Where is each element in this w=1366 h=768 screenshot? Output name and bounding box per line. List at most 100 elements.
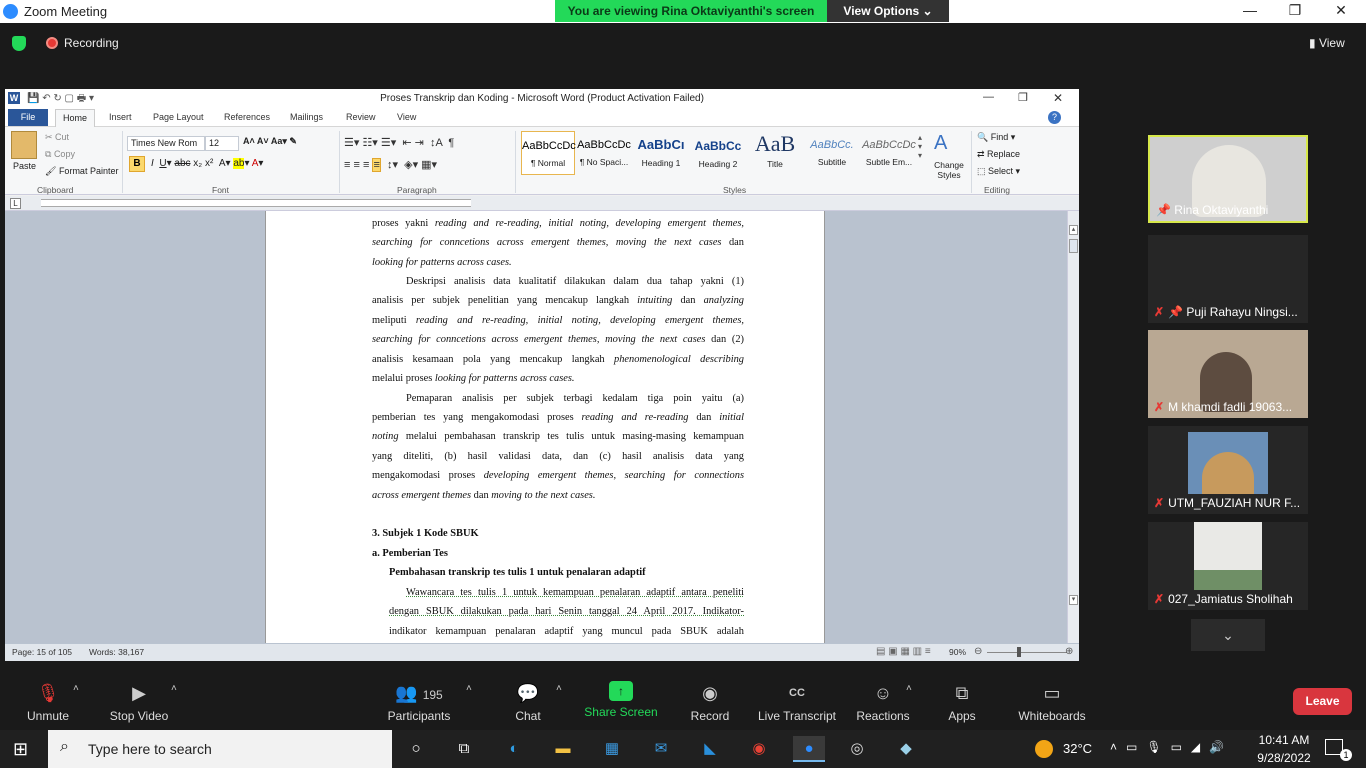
- word-restore-icon[interactable]: ❐: [1018, 91, 1028, 104]
- page-count[interactable]: Page: 15 of 105: [12, 647, 72, 657]
- stop-video-button[interactable]: ▶ Stop Video: [104, 663, 174, 730]
- document-text-line[interactable]: pemberian tes yang mengakomodasi proses …: [372, 411, 744, 425]
- scroll-thumb[interactable]: [1069, 239, 1078, 253]
- minimize-icon[interactable]: —: [1235, 2, 1265, 18]
- help-icon[interactable]: ?: [1048, 111, 1061, 124]
- chat-options-chevron-icon[interactable]: ˄: [556, 683, 562, 694]
- record-button[interactable]: ◉ Record: [687, 663, 733, 730]
- style-heading-1[interactable]: AaBbCı Heading 1: [634, 131, 688, 175]
- document-text-line[interactable]: Deskripsi analisis data kualitatif dilak…: [372, 275, 744, 289]
- document-text-line[interactable]: Wawancara tes tulis 1 untuk kemampuan pe…: [389, 586, 744, 600]
- vertical-scrollbar[interactable]: ▴ ▾: [1067, 211, 1079, 644]
- document-text-line[interactable]: across emergent themes dan moving to the…: [372, 489, 744, 503]
- style-subtle-emphasis[interactable]: AaBbCcDc Subtle Em...: [862, 131, 916, 175]
- document-text-line[interactable]: Pembahasan transkrip tes tulis 1 untuk p…: [389, 566, 744, 580]
- edge-icon[interactable]: ◐: [499, 736, 529, 762]
- zoom-out-icon[interactable]: ⊖: [974, 646, 982, 657]
- live-transcript-button[interactable]: CC Live Transcript: [754, 663, 840, 730]
- participant-tile-active[interactable]: 📌 Rina Oktaviyanthi: [1148, 135, 1308, 223]
- participant-tile[interactable]: ✗ M khamdi fadli 19063...: [1148, 330, 1308, 418]
- file-explorer-icon[interactable]: ▬: [548, 736, 578, 762]
- paste-label[interactable]: Paste: [13, 161, 36, 171]
- document-text-line[interactable]: searching for conncetions across emergen…: [372, 333, 744, 347]
- unmute-button[interactable]: 🎙 Unmute: [18, 663, 78, 730]
- change-styles-icon[interactable]: A: [934, 132, 947, 155]
- paste-icon[interactable]: [11, 131, 37, 159]
- store-icon[interactable]: ▦: [597, 736, 627, 762]
- windows-start-icon[interactable]: ⊞: [13, 739, 33, 759]
- document-text-line[interactable]: melalui proses looking for patterns acro…: [372, 372, 744, 386]
- alignment-buttons[interactable]: ≡ ≡ ≡ ≡ ↕▾ ◈▾ ▦▾: [344, 158, 437, 172]
- tab-view[interactable]: View: [397, 112, 416, 122]
- document-text-line[interactable]: proses yakni reading and re-reading, ini…: [372, 217, 744, 231]
- tab-selector-icon[interactable]: L: [10, 198, 21, 209]
- document-text-line[interactable]: analisis per subjek penelitian yang menc…: [372, 294, 744, 308]
- font-size-select[interactable]: 12: [205, 136, 239, 151]
- zoom-slider-thumb[interactable]: [1017, 647, 1021, 657]
- more-participants-chevron-icon[interactable]: ⌄: [1191, 619, 1265, 651]
- chrome-icon[interactable]: ◉: [744, 736, 774, 762]
- word-minimize-icon[interactable]: —: [983, 91, 994, 103]
- style-no-spacing[interactable]: AaBbCcDc ¶ No Spaci...: [577, 131, 631, 175]
- document-text-line[interactable]: indikator kemampuan penalaran adaptif ya…: [389, 625, 744, 639]
- app-icon[interactable]: ◆: [891, 736, 921, 762]
- cortana-icon[interactable]: ○: [401, 736, 431, 762]
- list-buttons[interactable]: ☰▾ ☷▾ ☰▾ ⇤ ⇥ ↕A ¶: [344, 136, 454, 149]
- format-painter-button[interactable]: 🖌 Format Painter: [45, 166, 118, 177]
- tab-file[interactable]: File: [8, 109, 48, 126]
- find-button[interactable]: 🔍 Find ▾: [977, 132, 1015, 143]
- tab-review[interactable]: Review: [346, 112, 376, 122]
- zoom-in-icon[interactable]: ⊕: [1065, 646, 1073, 657]
- cut-button[interactable]: ✂ Cut: [45, 132, 69, 143]
- tab-mailings[interactable]: Mailings: [290, 112, 323, 122]
- leave-button[interactable]: Leave: [1293, 688, 1352, 715]
- task-view-icon[interactable]: ⧉: [449, 736, 479, 762]
- word-close-icon[interactable]: ✕: [1053, 91, 1063, 105]
- audio-options-chevron-icon[interactable]: ˄: [73, 683, 79, 694]
- vscode-icon[interactable]: ◣: [695, 736, 725, 762]
- participant-tile[interactable]: ✗ 📌 Puji Rahayu Ningsi...: [1148, 235, 1308, 323]
- tab-page-layout[interactable]: Page Layout: [153, 112, 204, 122]
- change-styles-label[interactable]: Change Styles: [931, 160, 967, 180]
- font-format-buttons[interactable]: I U▾ abc x₂ x² A▾ ab▾ A▾: [151, 158, 263, 169]
- taskbar-search-box[interactable]: ⌕ Type here to search: [48, 730, 392, 768]
- recording-icon[interactable]: [46, 37, 58, 49]
- participant-tile[interactable]: ✗ 027_Jamiatus Sholihah: [1148, 522, 1308, 610]
- scroll-up-icon[interactable]: ▴: [1069, 225, 1078, 235]
- whiteboards-button[interactable]: ▭ Whiteboards: [1013, 663, 1091, 730]
- restore-icon[interactable]: ❐: [1280, 2, 1310, 19]
- apps-button[interactable]: ⧉ Apps: [942, 663, 982, 730]
- clock-date[interactable]: 9/28/2022: [1252, 751, 1316, 765]
- horizontal-ruler[interactable]: L: [5, 196, 1079, 211]
- encryption-shield-icon[interactable]: [12, 36, 26, 51]
- document-text-line[interactable]: looking for patterns across cases.: [372, 256, 744, 270]
- participant-tile[interactable]: ✗ UTM_FAUZIAH NUR F...: [1148, 426, 1308, 514]
- style-heading-2[interactable]: AaBbCc Heading 2: [691, 131, 745, 175]
- document-text-line[interactable]: a. Pemberian Tes: [372, 547, 744, 561]
- app-icon[interactable]: ◎: [842, 736, 872, 762]
- grow-shrink-font-buttons[interactable]: A˄ A˅ Aa▾ ✎: [243, 136, 297, 147]
- style-title[interactable]: AaB Title: [748, 131, 802, 175]
- weather-sun-icon[interactable]: [1035, 740, 1053, 758]
- participants-options-chevron-icon[interactable]: ˄: [466, 683, 472, 694]
- tab-home[interactable]: Home: [55, 109, 95, 127]
- styles-scroll-icon[interactable]: ▴ ▾ ▾: [918, 133, 922, 160]
- style-subtitle[interactable]: AaBbCc. Subtitle: [805, 131, 859, 175]
- reactions-options-chevron-icon[interactable]: ˄: [906, 683, 912, 694]
- clock-time[interactable]: 10:41 AM: [1255, 733, 1313, 747]
- document-text-line[interactable]: mengakomodasi proses developing emergent…: [372, 469, 744, 483]
- scroll-down-icon[interactable]: ▾: [1069, 595, 1078, 605]
- chat-button[interactable]: 💬 Chat: [508, 663, 548, 730]
- document-text-line[interactable]: yang diteliti, (b) hasil validasi data, …: [372, 450, 744, 464]
- document-text-line[interactable]: searching for conncetions across emergen…: [372, 236, 744, 250]
- document-text-line[interactable]: meliputi reading and re-reading, initial…: [372, 314, 744, 328]
- share-screen-button[interactable]: ↑ Share Screen: [583, 663, 659, 730]
- view-button[interactable]: ▮ View: [1309, 36, 1345, 50]
- close-icon[interactable]: ✕: [1326, 2, 1356, 19]
- replace-button[interactable]: ⇄ Replace: [977, 149, 1020, 160]
- view-mode-icons[interactable]: ▤ ▣ ▦ ▥ ≡: [876, 646, 931, 657]
- video-options-chevron-icon[interactable]: ˄: [171, 683, 177, 694]
- word-count[interactable]: Words: 38,167: [89, 647, 144, 657]
- zoom-level[interactable]: 90%: [949, 647, 966, 657]
- document-text-line[interactable]: Pemaparan analisis per subjek terbagi ke…: [372, 392, 744, 406]
